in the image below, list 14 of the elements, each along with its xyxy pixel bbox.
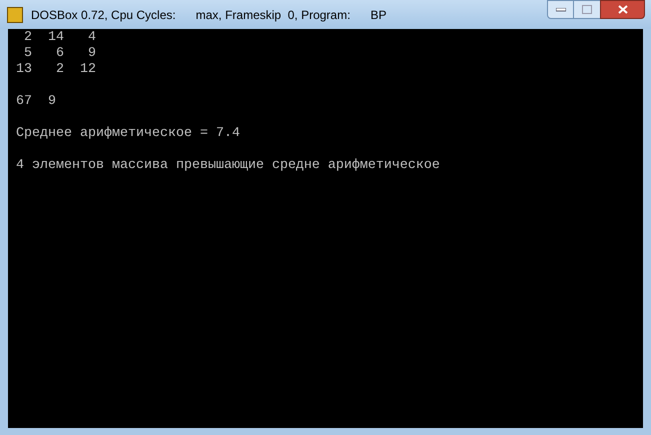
minimize-button[interactable]: [547, 0, 574, 19]
console-line: 5 6 9: [22, 46, 96, 62]
console-line: 13 2 12: [16, 62, 96, 78]
app-logo-icon: [7, 6, 23, 22]
close-icon: [618, 5, 628, 14]
console-line: Среднее арифметическое = 7.4: [16, 126, 240, 142]
minimize-icon: [556, 8, 566, 12]
window-title: DOSBox 0.72, Cpu Cycles: max, Frameskip 0, Program: BP: [31, 6, 386, 24]
close-button[interactable]: [600, 0, 645, 19]
maximize-icon: [582, 5, 592, 14]
console-line: 67 9: [16, 94, 56, 110]
console-line: 2 14 4: [22, 30, 96, 46]
maximize-button[interactable]: [574, 0, 600, 19]
console-line: 4 элементов массива превышающие средне арифметическое: [16, 158, 440, 174]
